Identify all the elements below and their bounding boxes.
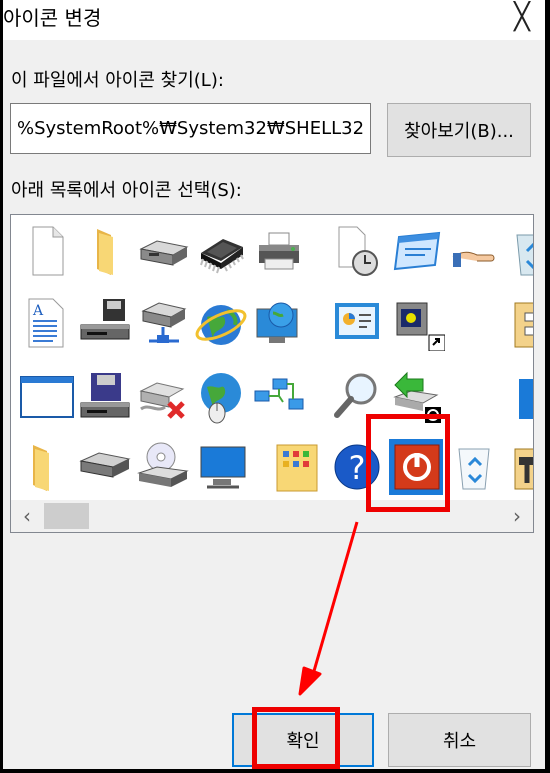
network-drive-icon[interactable] (131, 289, 189, 355)
power-icon[interactable] (385, 433, 443, 499)
blue-square-icon[interactable] (501, 363, 533, 429)
svg-text:?: ? (349, 449, 366, 487)
hard-drive-icon[interactable] (73, 433, 131, 499)
hand-share-icon[interactable] (443, 217, 501, 283)
folder-icon[interactable] (73, 217, 131, 283)
globe-mouse-icon[interactable] (189, 363, 247, 429)
icon-file-path-input[interactable] (10, 103, 371, 154)
close-icon[interactable]: ╳ (509, 4, 535, 30)
cabinet-icon[interactable] (501, 289, 533, 355)
window-app-icon[interactable] (385, 217, 443, 283)
recycle-bin-icon[interactable] (501, 217, 533, 283)
green-arrow-drive-icon[interactable] (385, 363, 443, 429)
cd-drive-icon[interactable] (131, 433, 189, 499)
floppy-disk-icon[interactable] (73, 363, 131, 429)
removable-drive-icon[interactable] (131, 217, 189, 283)
folder-grid-icon[interactable] (267, 433, 325, 499)
svg-text:A: A (32, 303, 44, 319)
horizontal-scrollbar[interactable]: ‹ › (11, 500, 533, 532)
network-nodes-icon[interactable] (247, 363, 305, 429)
scroll-thumb[interactable] (44, 503, 89, 529)
printer-icon[interactable] (247, 217, 305, 283)
magnifier-icon[interactable] (327, 363, 385, 429)
help-icon[interactable]: ? (325, 433, 383, 499)
change-icon-dialog: 아이콘 변경 ╳ 이 파일에서 아이콘 찾기(L): 찾아보기(B)... 아래… (3, 0, 545, 769)
ok-button[interactable]: 확인 (232, 713, 374, 767)
icon-list-label: 아래 목록에서 아이콘 선택(S): (11, 180, 242, 201)
recycle-bin-small-icon[interactable] (443, 433, 501, 499)
clock-document-icon[interactable] (327, 217, 385, 283)
browse-button[interactable]: 찾아보기(B)... (387, 103, 531, 157)
disconnected-drive-icon[interactable] (131, 363, 189, 429)
internet-globe-icon[interactable] (189, 289, 247, 355)
media-shortcut-icon[interactable] (385, 289, 445, 355)
computer-monitor-icon[interactable] (189, 433, 247, 499)
floppy-drive-icon[interactable] (73, 289, 131, 355)
dialog-title: 아이콘 변경 (3, 6, 102, 30)
folder-half-icon[interactable] (15, 433, 73, 499)
text-document-icon[interactable]: A (15, 289, 73, 355)
title-bar: 아이콘 변경 ╳ (3, 0, 545, 40)
icon-list[interactable]: A ? ‹ › (10, 214, 534, 533)
scroll-right-icon[interactable]: › (501, 500, 533, 532)
control-panel-icon[interactable] (327, 289, 385, 355)
tools-icon[interactable] (501, 433, 533, 499)
blank-window-icon[interactable] (15, 363, 74, 429)
scroll-left-icon[interactable]: ‹ (11, 500, 43, 532)
document-icon[interactable] (15, 217, 73, 283)
find-file-label: 이 파일에서 아이콘 찾기(L): (11, 70, 224, 91)
cancel-button[interactable]: 취소 (388, 713, 531, 767)
memory-chip-icon[interactable] (189, 217, 247, 283)
network-globe-icon[interactable] (247, 289, 305, 355)
